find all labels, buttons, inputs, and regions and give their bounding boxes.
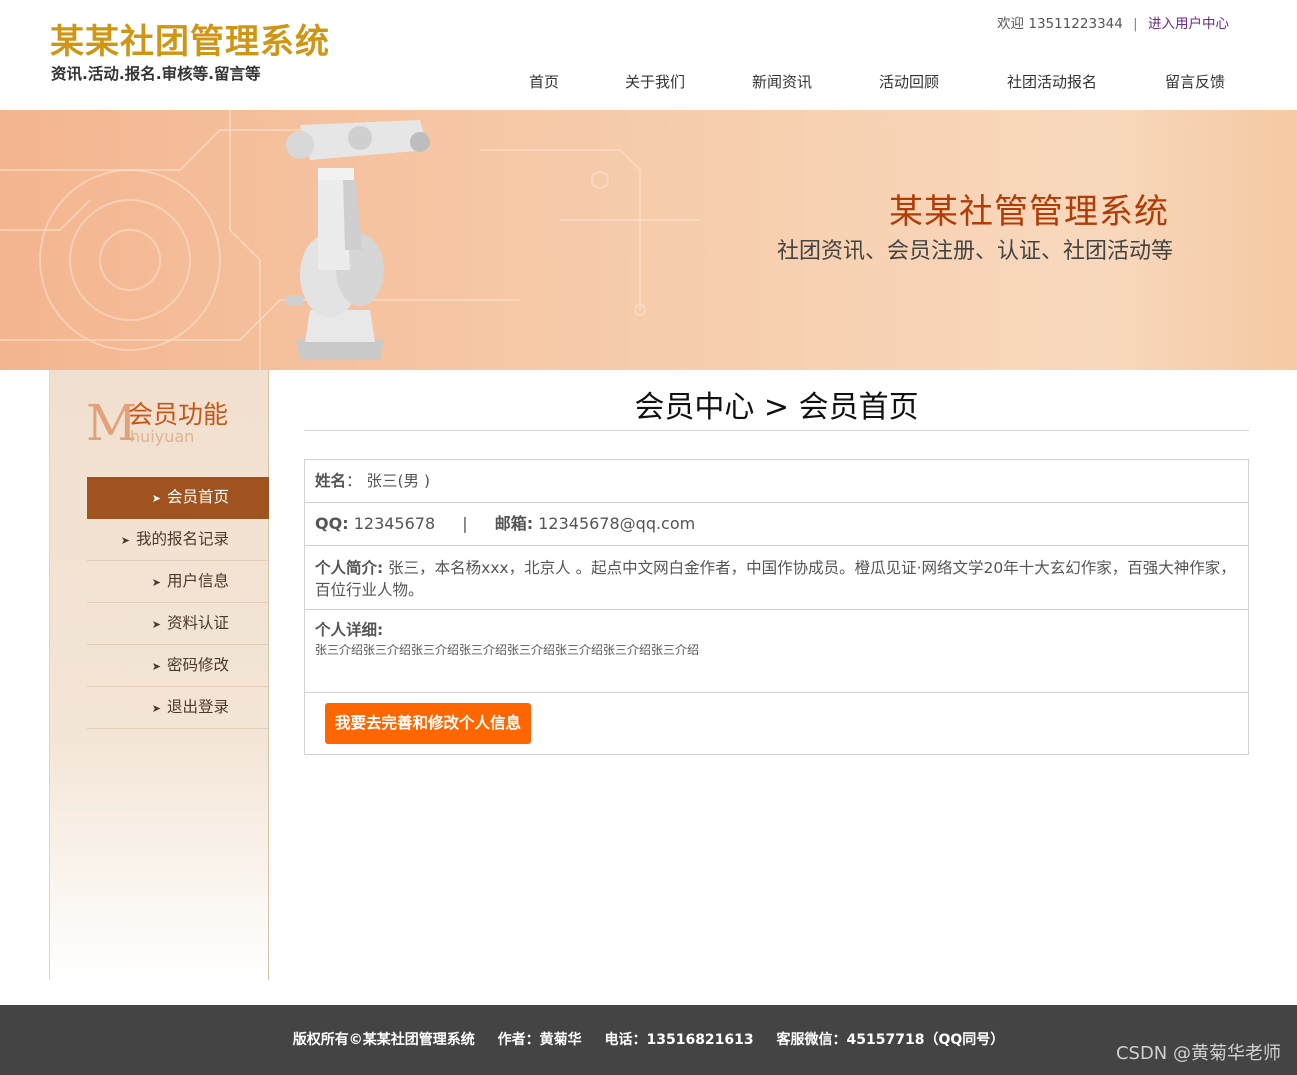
chevron-right-icon: ➤ [151,660,161,673]
detail-label: 个人详细: [315,621,384,639]
welcome-text: 欢迎 13511223344 [997,16,1123,32]
name-value: 张三(男 ) [366,472,430,490]
detail-value: 张三介绍张三介绍张三介绍张三介绍张三介绍张三介绍张三介绍张三介绍 [315,643,700,657]
qq-label: QQ: [315,514,349,533]
member-info-table: 姓名： 张三(男 ) QQ: 12345678 | 邮箱: 12345678@q… [304,459,1249,755]
chevron-right-icon: ➤ [151,576,161,589]
sidebar-item-verification[interactable]: ➤ 资料认证 [87,603,269,645]
user-topbar: 欢迎 13511223344 | 进入用户中心 [997,14,1229,34]
nav-item-home[interactable]: 首页 [529,70,559,94]
sidebar-item-member-home[interactable]: ➤ 会员首页 [87,477,269,519]
contact-divider: | [462,514,468,533]
nav-item-about[interactable]: 关于我们 [625,70,685,94]
footer-author: 作者：黄菊华 [497,1032,582,1048]
nav-item-signup[interactable]: 社团活动报名 [1007,70,1097,94]
sidebar-item-user-info[interactable]: ➤ 用户信息 [87,561,269,603]
name-row: 姓名： 张三(男 ) [305,460,1248,503]
banner-subtitle: 社团资讯、会员注册、认证、社团活动等 [776,239,1173,264]
site-header: 某某社团管理系统 资讯.活动.报名.审核等.留言等 欢迎 13511223344… [0,0,1297,110]
nav-item-activities[interactable]: 活动回顾 [879,70,939,94]
edit-profile-button[interactable]: 我要去完善和修改个人信息 [325,703,532,744]
sidebar-item-logout[interactable]: ➤ 退出登录 [87,687,269,729]
topbar-separator: | [1133,16,1138,32]
sidebar-menu: ➤ 会员首页 ➤ 我的报名记录 ➤ 用户信息 ➤ 资料认证 ➤ 密码修改 ➤ 退出登录 [87,477,269,729]
robot-arm-graphic [285,120,430,360]
user-center-link[interactable]: 进入用户中心 [1148,16,1229,32]
sidebar-item-label: 退出登录 [166,698,229,716]
sidebar-item-password[interactable]: ➤ 密码修改 [87,645,269,687]
chevron-right-icon: ➤ [151,702,161,715]
intro-value: 张三，本名杨xxx，北京人 。起点中文网白金作者，中国作协成员。橙瓜见证·网络文… [315,559,1236,599]
hero-banner: 某某社管管理系统 社团资讯、会员注册、认证、社团活动等 [0,110,1297,370]
chevron-right-icon: ➤ [120,534,130,547]
nav-item-feedback[interactable]: 留言反馈 [1165,70,1225,94]
sidebar-item-label: 密码修改 [166,656,229,674]
main-nav: 首页 关于我们 新闻资讯 活动回顾 社团活动报名 留言反馈 [0,70,1297,94]
qq-value: 12345678 [353,514,436,533]
logo-cn-text: 会员功能 [128,400,229,429]
footer-copyright: 版权所有©某某社团管理系统 [292,1032,475,1048]
nav-item-news[interactable]: 新闻资讯 [752,70,812,94]
email-value: 12345678@qq.com [538,514,696,533]
site-footer: 版权所有©某某社团管理系统 作者：黄菊华 电话：13516821613 客服微信… [0,1005,1297,1075]
sidebar-item-signup-records[interactable]: ➤ 我的报名记录 [87,519,269,561]
intro-label: 个人简介: [315,559,384,577]
intro-row: 个人简介: 张三，本名杨xxx，北京人 。起点中文网白金作者，中国作协成员。橙瓜… [305,546,1248,610]
chevron-right-icon: ➤ [151,618,161,631]
member-sidebar: M 会员功能 huiyuan ➤ 会员首页 ➤ 我的报名记录 ➤ 用户信息 ➤ 资料认证… [49,370,269,980]
action-row: 我要去完善和修改个人信息 [305,693,1248,754]
page-title: 会员中心 > 会员首页 [304,386,1249,431]
footer-phone: 电话：13516821613 [604,1032,754,1048]
footer-wechat: 客服微信：45157718（QQ同号） [776,1032,1005,1048]
sidebar-item-label: 资料认证 [166,614,229,632]
logo-en-text: huiyuan [130,427,195,446]
csdn-watermark: CSDN @黄菊华老师 [1115,1043,1281,1064]
sidebar-item-label: 用户信息 [166,572,229,590]
footer-info: 版权所有©某某社团管理系统 作者：黄菊华 电话：13516821613 客服微信… [0,1030,1297,1050]
site-logo-title[interactable]: 某某社团管理系统 [50,20,330,64]
sidebar-item-label: 我的报名记录 [135,530,229,548]
detail-row: 个人详细: 张三介绍张三介绍张三介绍张三介绍张三介绍张三介绍张三介绍张三介绍 [305,610,1248,693]
email-label: 邮箱: [494,514,534,533]
banner-title: 某某社管管理系统 [889,192,1169,232]
sidebar-item-label: 会员首页 [166,488,229,506]
contact-row: QQ: 12345678 | 邮箱: 12345678@qq.com [305,503,1248,546]
chevron-right-icon: ➤ [151,492,161,505]
member-functions-logo: M 会员功能 huiyuan [86,396,246,450]
name-label: 姓名 [315,472,347,490]
